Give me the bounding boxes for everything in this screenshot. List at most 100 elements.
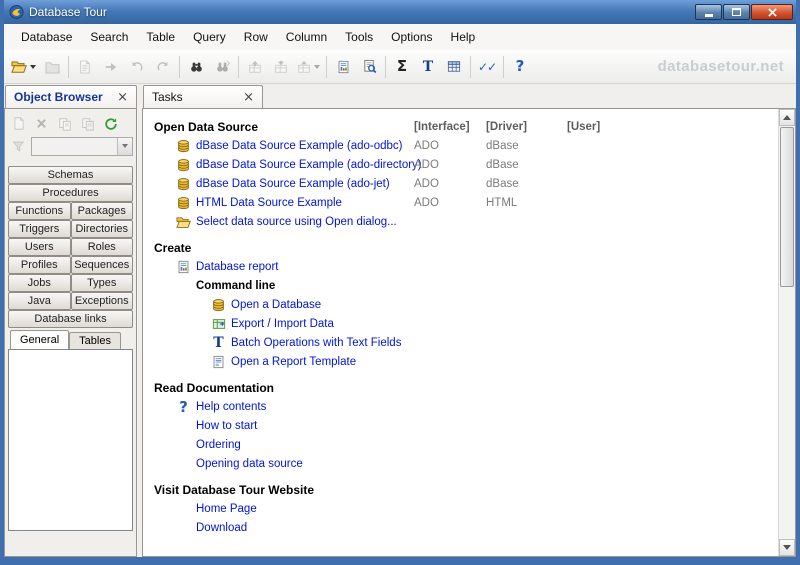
go-button[interactable] bbox=[98, 54, 124, 80]
close-icon bbox=[768, 8, 777, 17]
validate-button[interactable]: ✓✓ bbox=[474, 54, 500, 80]
close-tab-icon[interactable]: × bbox=[243, 91, 254, 104]
category-button-exceptions[interactable]: Exceptions bbox=[71, 292, 134, 310]
tab-object-browser[interactable]: Object Browser × bbox=[5, 85, 137, 108]
category-button-functions[interactable]: Functions bbox=[8, 202, 71, 220]
category-button-packages[interactable]: Packages bbox=[71, 202, 134, 220]
aggregate-button[interactable]: Σ bbox=[389, 54, 415, 80]
menu-item-tools[interactable]: Tools bbox=[336, 26, 382, 48]
combo-dropdown-button[interactable] bbox=[117, 138, 132, 155]
opening-data-source-link[interactable]: Opening data source bbox=[196, 458, 303, 470]
menu-item-table[interactable]: Table bbox=[137, 26, 184, 48]
home-page-link[interactable]: Home Page bbox=[196, 503, 257, 515]
new-object-button[interactable] bbox=[8, 113, 29, 134]
undo-button[interactable] bbox=[124, 54, 150, 80]
maximize-icon bbox=[732, 8, 741, 16]
category-button-types[interactable]: Types bbox=[71, 274, 134, 292]
command-line-row: Open a Report Template bbox=[143, 352, 778, 371]
command-line-row: Open a Database bbox=[143, 295, 778, 314]
refresh-button[interactable] bbox=[100, 113, 121, 134]
menu-item-options[interactable]: Options bbox=[382, 26, 441, 48]
import-data-button[interactable] bbox=[268, 54, 294, 80]
tab-label: Tasks bbox=[152, 90, 183, 104]
script-object-button[interactable] bbox=[54, 113, 75, 134]
help-contents-link[interactable]: Help contents bbox=[196, 401, 266, 413]
find-next-button[interactable] bbox=[209, 54, 235, 80]
tab-general[interactable]: General bbox=[10, 330, 69, 349]
object-list[interactable] bbox=[8, 349, 133, 531]
report-button[interactable] bbox=[330, 54, 356, 80]
object-filter-combo[interactable] bbox=[31, 137, 133, 156]
category-button-jobs[interactable]: Jobs bbox=[8, 274, 71, 292]
toolbar-separator bbox=[179, 56, 180, 78]
report-template-link[interactable]: Open a Report Template bbox=[231, 356, 356, 368]
category-button-roles[interactable]: Roles bbox=[71, 238, 134, 256]
tab-tables[interactable]: Tables bbox=[69, 332, 121, 349]
tasks-content: Open Data Source [Interface] [Driver] [U… bbox=[143, 109, 778, 556]
category-button-schemas[interactable]: Schemas bbox=[8, 166, 133, 184]
minimize-button[interactable] bbox=[695, 4, 722, 20]
data-source-link[interactable]: dBase Data Source Example (ado-directory… bbox=[196, 159, 422, 171]
maximize-button[interactable] bbox=[723, 4, 750, 20]
database-report-link[interactable]: Database report bbox=[196, 261, 278, 273]
close-tab-icon[interactable]: × bbox=[117, 91, 128, 104]
interface-value: ADO bbox=[414, 197, 486, 209]
scrollbar-thumb[interactable] bbox=[780, 127, 794, 287]
section-title-read-documentation: Read Documentation bbox=[154, 381, 274, 395]
export-options-button[interactable] bbox=[294, 54, 323, 80]
report-icon bbox=[176, 259, 191, 274]
object-filter-row bbox=[8, 135, 133, 157]
filter-button[interactable] bbox=[8, 136, 29, 157]
category-button-directories[interactable]: Directories bbox=[71, 220, 134, 238]
download-link[interactable]: Download bbox=[196, 522, 247, 534]
new-document-icon bbox=[13, 117, 25, 130]
open-dialog-link[interactable]: Select data source using Open dialog... bbox=[196, 216, 397, 228]
print-preview-button[interactable] bbox=[356, 54, 382, 80]
export-import-link[interactable]: Export / Import Data bbox=[231, 318, 334, 330]
app-window: Database Tour Database Search Table Quer… bbox=[0, 0, 800, 565]
copy-data-button[interactable] bbox=[72, 54, 98, 80]
data-source-link[interactable]: dBase Data Source Example (ado-odbc) bbox=[196, 140, 402, 152]
vertical-scrollbar[interactable] bbox=[778, 109, 795, 556]
menu-item-row[interactable]: Row bbox=[235, 26, 277, 48]
open-database-link[interactable]: Open a Database bbox=[231, 299, 321, 311]
help-button[interactable]: ? bbox=[507, 54, 533, 80]
category-button-database-links[interactable]: Database links bbox=[8, 310, 133, 328]
menu-item-query[interactable]: Query bbox=[184, 26, 235, 48]
tab-tasks[interactable]: Tasks × bbox=[143, 85, 263, 108]
category-button-java[interactable]: Java bbox=[8, 292, 71, 310]
category-button-procedures[interactable]: Procedures bbox=[8, 184, 133, 202]
menu-item-help[interactable]: Help bbox=[442, 26, 485, 48]
grid-view-button[interactable] bbox=[441, 54, 467, 80]
menu-item-column[interactable]: Column bbox=[277, 26, 336, 48]
batch-operations-link[interactable]: Batch Operations with Text Fields bbox=[231, 337, 401, 349]
scroll-up-button[interactable] bbox=[779, 109, 795, 126]
category-button-sequences[interactable]: Sequences bbox=[71, 256, 134, 274]
ordering-link[interactable]: Ordering bbox=[196, 439, 241, 451]
how-to-start-link[interactable]: How to start bbox=[196, 420, 257, 432]
delete-object-button[interactable] bbox=[31, 113, 52, 134]
data-source-link[interactable]: HTML Data Source Example bbox=[196, 197, 342, 209]
section-title-visit-website: Visit Database Tour Website bbox=[154, 483, 314, 497]
title-bar[interactable]: Database Tour bbox=[4, 0, 796, 24]
menu-item-search[interactable]: Search bbox=[81, 26, 137, 48]
scrollbar-track[interactable] bbox=[779, 288, 795, 539]
toolbar-separator bbox=[238, 56, 239, 78]
category-button-users[interactable]: Users bbox=[8, 238, 71, 256]
category-button-triggers[interactable]: Triggers bbox=[8, 220, 71, 238]
reopen-button[interactable] bbox=[39, 54, 65, 80]
menu-item-database[interactable]: Database bbox=[12, 26, 81, 48]
copy-object-button[interactable] bbox=[77, 113, 98, 134]
documentation-row: How to start bbox=[143, 416, 778, 435]
open-data-source-button[interactable] bbox=[8, 54, 39, 80]
text-fields-button[interactable]: T bbox=[415, 54, 441, 80]
redo-button[interactable] bbox=[150, 54, 176, 80]
website-section-header: Visit Database Tour Website bbox=[143, 480, 778, 499]
export-data-button[interactable] bbox=[242, 54, 268, 80]
data-source-link[interactable]: dBase Data Source Example (ado-jet) bbox=[196, 178, 390, 190]
close-button[interactable] bbox=[751, 4, 793, 20]
scroll-down-button[interactable] bbox=[779, 539, 795, 556]
category-button-profiles[interactable]: Profiles bbox=[8, 256, 71, 274]
find-button[interactable] bbox=[183, 54, 209, 80]
left-tab-strip: Object Browser × bbox=[4, 84, 137, 108]
